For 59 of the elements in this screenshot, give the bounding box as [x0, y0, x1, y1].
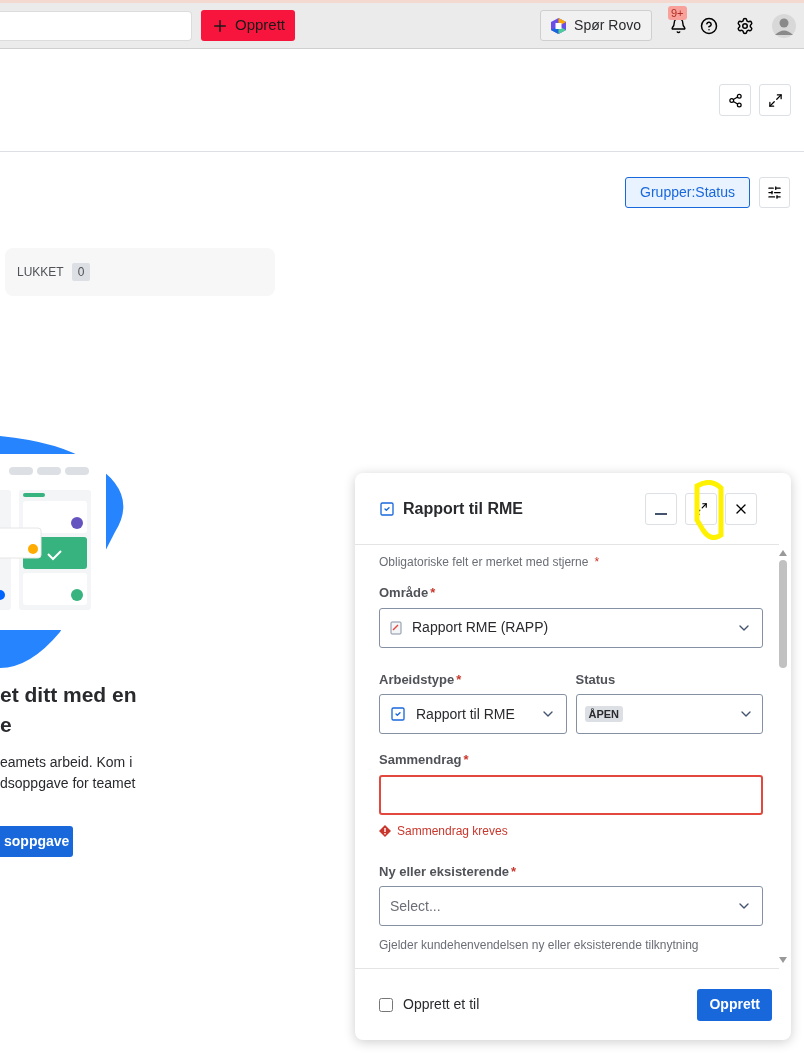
notification-badge: 9+: [668, 5, 687, 20]
empty-state-heading: et ditt med en: [0, 682, 137, 708]
expand-icon: [767, 92, 783, 108]
select-value: Rapport til RME: [416, 704, 516, 724]
select-placeholder: Select...: [390, 896, 442, 916]
ask-button[interactable]: Spør Rovo: [540, 10, 652, 41]
error-message: Sammendrag kreves: [397, 822, 508, 840]
minimize-icon: [655, 512, 667, 515]
helper-text: Gjelder kundehenvendelsen ny eller eksisterende tilknytning: [379, 937, 700, 954]
fullscreen-button[interactable]: [759, 84, 791, 116]
field-label: Ny eller eksisterende: [379, 862, 510, 881]
checkbox-icon: [390, 706, 406, 722]
dialog-title: Rapport til RME: [403, 498, 523, 519]
scroll-down-icon[interactable]: [778, 957, 788, 964]
error-icon: [379, 824, 391, 837]
required-mark: *: [511, 862, 517, 881]
select-field[interactable]: Select...: [379, 886, 763, 926]
checkbox-icon: [379, 500, 395, 517]
required-mark: *: [594, 554, 600, 571]
search-field[interactable]: [0, 10, 192, 41]
share-button[interactable]: [719, 84, 751, 116]
column-title: LUKKET: [17, 264, 64, 281]
status-lozenge: ÅPEN: [584, 705, 624, 723]
select-field[interactable]: Rapport RME (RAPP): [379, 607, 763, 648]
checkbox-label: Opprett et til: [403, 995, 480, 1014]
submit-button[interactable]: Opprett: [697, 988, 772, 1021]
status-select[interactable]: ÅPEN: [575, 694, 763, 734]
empty-state-heading: e: [0, 712, 12, 738]
field-label: Sammendrag: [379, 751, 462, 769]
avatar-icon[interactable]: [772, 13, 796, 38]
share-icon: [727, 92, 743, 108]
group-button[interactable]: Grupper:Status: [625, 177, 750, 208]
create-another-checkbox[interactable]: [379, 997, 393, 1012]
field-label: Status: [575, 670, 616, 689]
notifications-icon[interactable]: [669, 17, 687, 34]
close-button[interactable]: [725, 492, 757, 525]
required-mark: *: [430, 584, 436, 602]
empty-state-text: dsoppgave for teamet: [0, 774, 136, 793]
filter-button[interactable]: [759, 177, 790, 208]
required-mark: *: [456, 670, 462, 689]
select-value: Rapport RME (RAPP): [412, 618, 550, 637]
help-icon[interactable]: [700, 16, 718, 35]
minimize-button[interactable]: [645, 492, 677, 525]
scrollbar-thumb[interactable]: [779, 560, 787, 668]
required-note: Obligatoriske felt er merket med stjerne: [379, 554, 589, 571]
scroll-up-icon[interactable]: [778, 549, 788, 556]
hexagon-logo-icon: [551, 17, 567, 34]
required-mark: *: [463, 751, 469, 769]
settings-icon[interactable]: [736, 16, 754, 35]
field-label: Område: [379, 584, 429, 602]
summary-input[interactable]: [379, 774, 763, 815]
column-count: 0: [71, 263, 91, 281]
sliders-icon: [767, 185, 782, 200]
empty-state-text: eamets arbeid. Kom i: [0, 753, 133, 772]
select-field[interactable]: Rapport til RME: [379, 694, 567, 734]
project-icon: [390, 620, 402, 635]
create-button[interactable]: Opprett: [201, 10, 296, 41]
field-label: Arbeidstype: [379, 670, 455, 689]
create-task-button[interactable]: soppgave: [0, 826, 74, 857]
